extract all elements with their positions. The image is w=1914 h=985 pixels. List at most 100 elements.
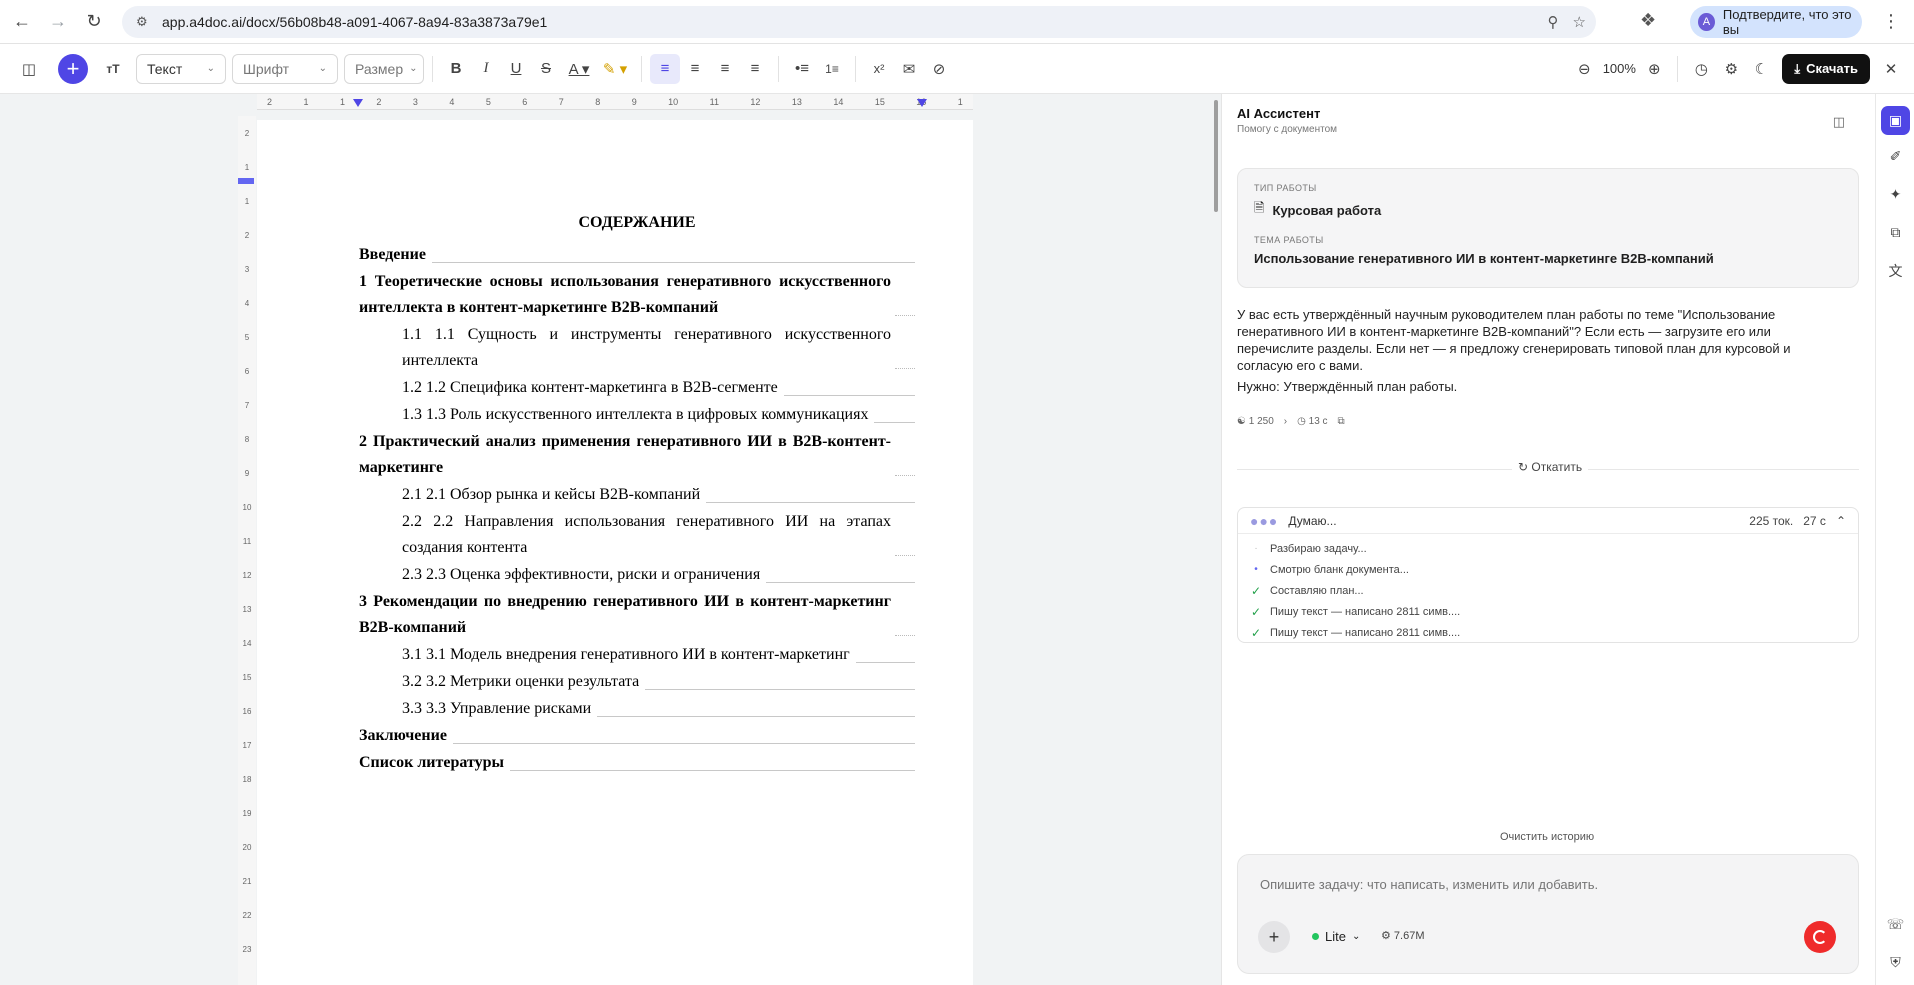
back-arrow-icon[interactable]: ←	[8, 8, 36, 36]
zoom-out-icon[interactable]: ⊖	[1569, 54, 1599, 84]
translate-icon[interactable]: 文	[1881, 256, 1910, 285]
toc-entry[interactable]: 1 Теоретические основы использования ген…	[359, 269, 915, 321]
size-select[interactable]: Размер ⌄	[344, 53, 424, 84]
horizontal-ruler[interactable]: 2 1 1 2 3 4 5 6 7 8 9 10 11 12 13 14 15 16 1	[257, 94, 973, 110]
toc-entry[interactable]: 2.2 2.2 Направления использования генера…	[359, 509, 915, 561]
bullet-list-icon[interactable]: •≡	[787, 54, 817, 84]
clear-format-icon[interactable]: ⊘	[924, 54, 954, 84]
ruler-number: 1	[339, 97, 345, 107]
prompt-input[interactable]	[1260, 877, 1820, 892]
toc-entry[interactable]: 2 Практический анализ применения генерат…	[359, 429, 915, 481]
toc-entry[interactable]: 3.3 3.3 Управление рисками	[359, 696, 915, 722]
thinking-header[interactable]: ●●● Думаю... 225 ток. 27 с ⌃	[1238, 508, 1858, 534]
chevron-up-icon[interactable]: ⌃	[1836, 514, 1846, 528]
document-scrollbar[interactable]	[1214, 100, 1218, 212]
brush-icon[interactable]: ✐	[1881, 142, 1910, 171]
toc-entry[interactable]: Введение	[359, 242, 915, 268]
copy-icon[interactable]: ⧉	[1338, 416, 1345, 427]
thinking-step: ✓ Составляю план...	[1238, 580, 1858, 601]
clear-history-button[interactable]: Очистить историю	[1500, 831, 1594, 843]
toc-entry[interactable]: 1.1 1.1 Сущность и инструменты генератив…	[359, 322, 915, 374]
support-headset-icon[interactable]: ☏	[1881, 910, 1910, 939]
avatar: А	[1698, 13, 1715, 31]
text-size-icon[interactable]: тT	[98, 54, 128, 84]
address-bar[interactable]: ⚙ app.a4doc.ai/docx/56b08b48-a091-4067-8…	[122, 6, 1596, 38]
reload-icon[interactable]: ↻	[80, 8, 108, 36]
underline-icon[interactable]: U	[501, 54, 531, 84]
toc-entry-text: 3.3 3.3 Управление рисками	[402, 700, 592, 717]
robot-assistant-icon[interactable]: ▣	[1881, 106, 1910, 135]
left-indent-marker[interactable]	[353, 99, 363, 107]
toc-leader	[895, 635, 915, 636]
document-page[interactable]: СОДЕРЖАНИЕ Введение 1 Теоретические основ…	[257, 120, 973, 985]
numbered-list-icon[interactable]: 1≡	[817, 54, 847, 84]
zoom-in-icon[interactable]: ⊕	[1639, 54, 1669, 84]
toc-entry[interactable]: 3 Рекомендации по внедрению генеративног…	[359, 589, 915, 641]
toc-entry[interactable]: 2.1 2.1 Обзор рынка и кейсы B2B-компаний	[359, 482, 915, 508]
strikethrough-icon[interactable]: S	[531, 54, 561, 84]
zoom-search-icon[interactable]: ⚲	[1548, 13, 1559, 31]
settings-gear-icon[interactable]: ⚙	[1716, 54, 1746, 84]
font-select[interactable]: Шрифт ⌄	[232, 53, 338, 84]
ruler-number: 14	[833, 97, 844, 107]
ruler-number: 2	[376, 97, 382, 107]
toc-entry-text: 1.1 1.1 Сущность и инструменты генератив…	[402, 326, 891, 369]
align-left-icon[interactable]: ≡	[650, 53, 680, 84]
tokens-meta[interactable]: ☯ 1 250	[1237, 416, 1274, 427]
toc-entry[interactable]: 1.2 1.2 Специфика контент-маркетинга в B…	[359, 375, 915, 401]
copy-pages-icon[interactable]: ⧉	[1881, 218, 1910, 247]
toc-entry-text: 3.1 3.1 Модель внедрения генеративного И…	[402, 646, 850, 663]
vertical-ruler-number: 16	[242, 706, 252, 716]
ai-assistant-panel: AI Ассистент Помогу с документом ◫ ТИП Р…	[1221, 94, 1875, 985]
vertical-ruler-number: 9	[244, 468, 250, 478]
sidebar-toggle-icon[interactable]: ◫	[14, 54, 44, 84]
toc-entry[interactable]: Заключение	[359, 723, 915, 749]
bold-icon[interactable]: B	[441, 54, 471, 84]
align-right-icon[interactable]: ≡	[710, 54, 740, 84]
site-settings-icon[interactable]: ⚙	[136, 14, 152, 30]
right-indent-marker[interactable]	[917, 99, 927, 107]
chevron-right-icon[interactable]: ›	[1284, 416, 1287, 427]
italic-icon[interactable]: I	[471, 54, 501, 84]
ruler-number: 5	[485, 97, 491, 107]
document-body[interactable]: СОДЕРЖАНИЕ Введение 1 Теоретические основ…	[359, 210, 915, 777]
toc-entry[interactable]: 1.3 1.3 Роль искусственного интеллекта в…	[359, 402, 915, 428]
align-justify-icon[interactable]: ≡	[740, 54, 770, 84]
history-icon[interactable]: ◷	[1686, 54, 1716, 84]
rollback-button[interactable]: ↻ Откатить	[1512, 460, 1589, 474]
highlight-icon[interactable]: ✎ ▾	[597, 54, 633, 84]
dark-mode-moon-icon[interactable]: ☾	[1746, 54, 1776, 84]
browser-menu-icon[interactable]: ⋮	[1882, 11, 1900, 32]
vertical-margin-marker	[238, 178, 254, 184]
close-icon[interactable]: ✕	[1876, 54, 1906, 84]
forward-arrow-icon[interactable]: →	[44, 8, 72, 36]
toc-leader	[706, 502, 915, 503]
vertical-ruler[interactable]: 2 1 1 2 3 4 5 6 7 8 9 10 11 12 13 14 15 16 17 18 19 20 21 22 23	[238, 116, 256, 985]
profile-button[interactable]: А Подтвердите, что это вы	[1690, 6, 1862, 38]
download-button[interactable]: ⤓ Скачать	[1782, 53, 1870, 84]
vertical-ruler-number: 13	[242, 604, 252, 614]
align-center-icon[interactable]: ≡	[680, 54, 710, 84]
send-button[interactable]	[1804, 921, 1836, 953]
extensions-puzzle-icon[interactable]: ❖	[1640, 10, 1656, 31]
collapse-panel-icon[interactable]: ◫	[1833, 114, 1845, 130]
toc-entry-text: Введение	[359, 246, 426, 263]
insert-plus-button[interactable]: +	[58, 53, 88, 84]
toc-entry[interactable]: 3.1 3.1 Модель внедрения генеративного И…	[359, 642, 915, 668]
toc-entry[interactable]: Список литературы	[359, 750, 915, 776]
shield-check-icon[interactable]: ⛨	[1881, 948, 1910, 977]
sparkle-icon[interactable]: ✦	[1881, 180, 1910, 209]
bookmark-star-icon[interactable]: ☆	[1573, 13, 1586, 31]
text-color-icon[interactable]: A ▾	[561, 54, 597, 84]
attach-plus-button[interactable]: +	[1258, 921, 1290, 953]
style-select[interactable]: Текст ⌄	[136, 53, 226, 84]
comment-icon[interactable]: ✉	[894, 54, 924, 84]
thinking-step-text: Разбираю задачу...	[1270, 542, 1367, 555]
superscript-icon[interactable]: x²	[864, 54, 894, 84]
ruler-number: 7	[558, 97, 564, 107]
chevron-down-icon: ⌄	[1351, 931, 1361, 942]
toc-entry-text: Заключение	[359, 727, 447, 744]
toc-entry[interactable]: 3.2 3.2 Метрики оценки результата	[359, 669, 915, 695]
model-selector[interactable]: Lite ⌄	[1312, 929, 1360, 944]
toc-entry[interactable]: 2.3 2.3 Оценка эффективности, риски и ог…	[359, 562, 915, 588]
